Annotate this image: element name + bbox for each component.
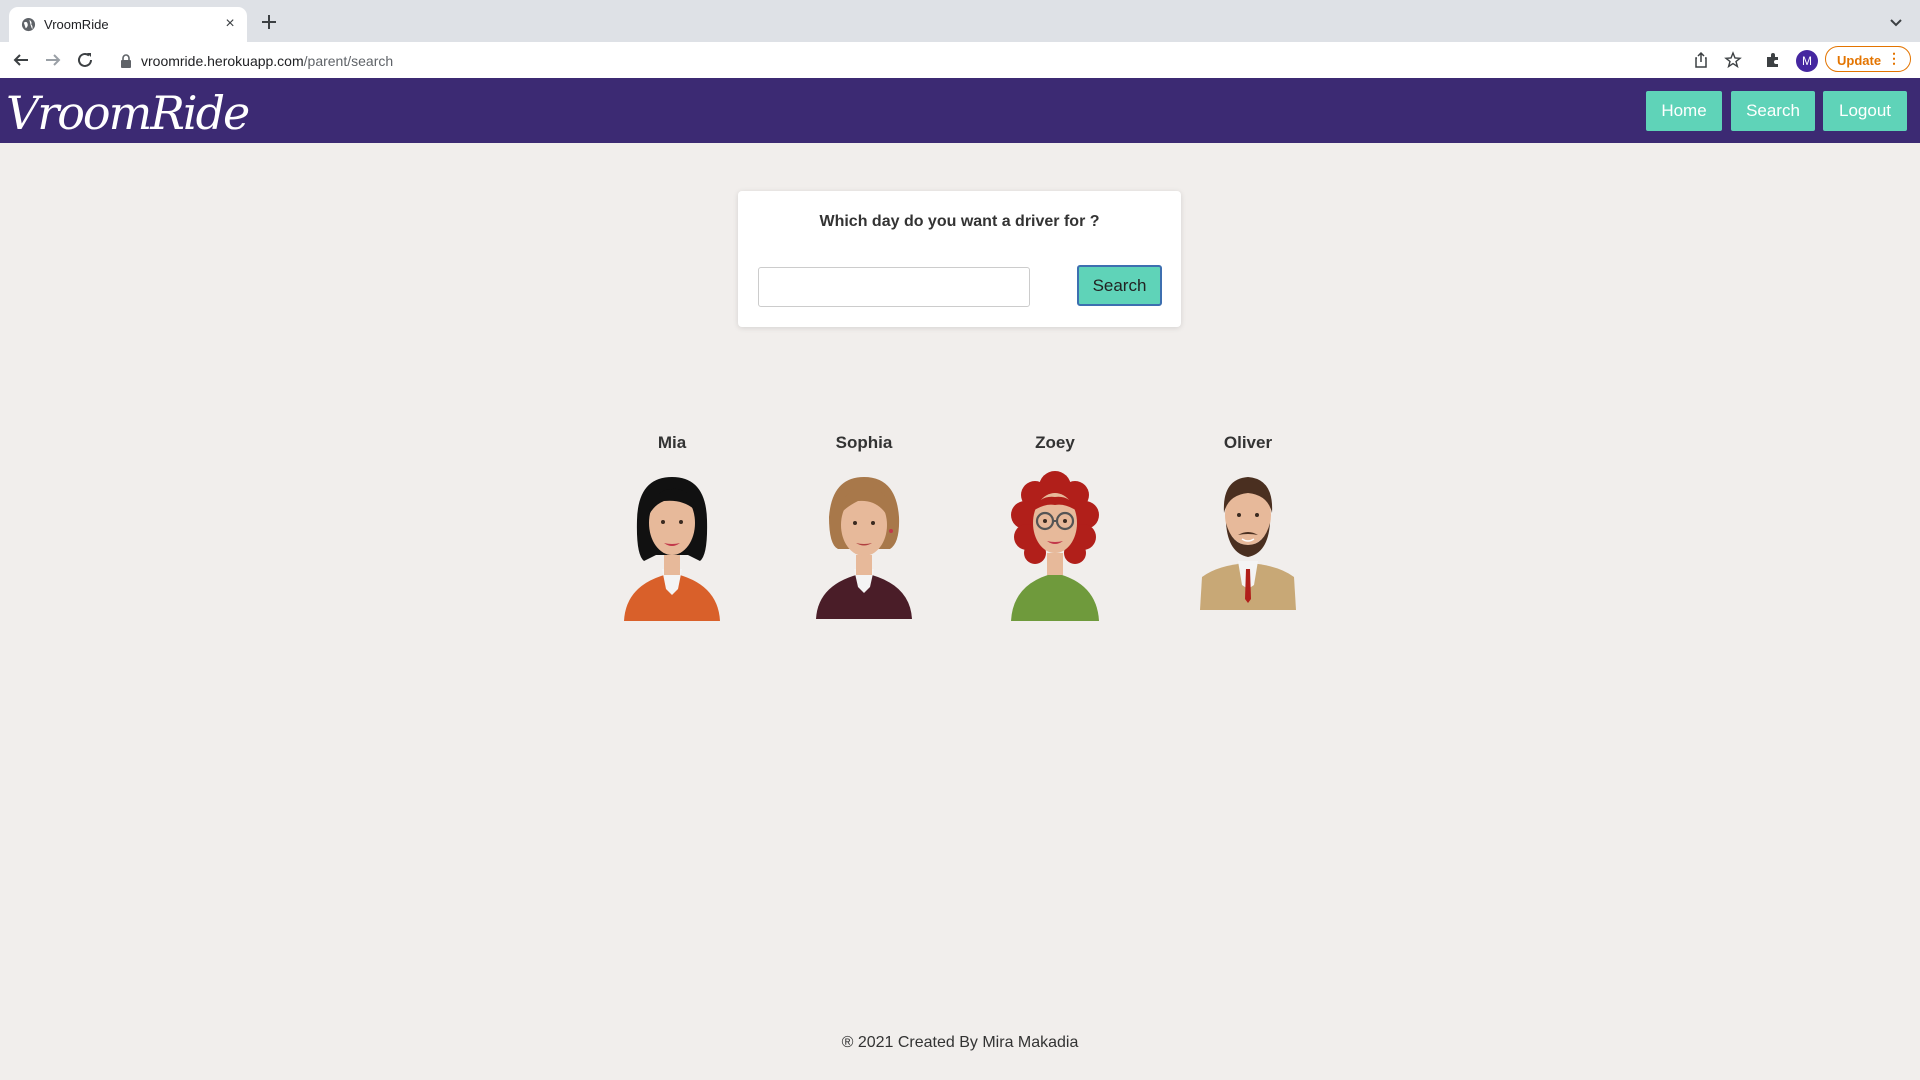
chevron-down-icon[interactable]: [1888, 14, 1904, 30]
driver-card[interactable]: Sophia: [784, 433, 944, 621]
url-text: vroomride.herokuapp.com/parent/search: [141, 53, 393, 69]
more-menu-icon: ⋮: [1887, 50, 1901, 66]
driver-name: Sophia: [835, 433, 893, 452]
new-tab-icon[interactable]: [260, 13, 278, 31]
update-button[interactable]: Update ⋮: [1825, 46, 1911, 72]
browser-tab-strip: VroomRide ×: [0, 0, 1920, 42]
search-card-title: Which day do you want a driver for ?: [819, 213, 1100, 230]
day-search-input[interactable]: [758, 267, 1030, 307]
close-tab-icon[interactable]: ×: [222, 16, 238, 32]
globe-icon: [21, 17, 36, 32]
share-icon[interactable]: [1692, 51, 1710, 69]
driver-name: Oliver: [1223, 433, 1273, 452]
update-label: Update: [1837, 53, 1882, 68]
tab-title: VroomRide: [44, 17, 109, 32]
driver-name: Zoey: [1035, 433, 1075, 452]
driver-avatar-oliver[interactable]: [1198, 465, 1298, 610]
browser-tab[interactable]: VroomRide ×: [9, 7, 247, 42]
nav-home-button[interactable]: Home: [1646, 91, 1722, 131]
bookmark-star-icon[interactable]: [1724, 51, 1742, 69]
extensions-icon[interactable]: [1764, 51, 1782, 69]
address-bar[interactable]: vroomride.herokuapp.com/parent/search: [108, 47, 1428, 75]
back-arrow-icon[interactable]: [12, 51, 30, 69]
driver-avatar-sophia[interactable]: [814, 465, 914, 621]
driver-card[interactable]: Oliver: [1168, 433, 1328, 610]
nav-search-button[interactable]: Search: [1731, 91, 1815, 131]
driver-avatar-zoey[interactable]: [1005, 465, 1105, 621]
driver-card[interactable]: Mia: [592, 433, 752, 621]
browser-toolbar: vroomride.herokuapp.com/parent/search M …: [0, 42, 1920, 78]
forward-arrow-icon[interactable]: [44, 51, 62, 69]
logo[interactable]: VroomRide: [6, 86, 250, 140]
reload-icon[interactable]: [76, 51, 94, 69]
driver-avatar-mia[interactable]: [622, 465, 722, 621]
profile-avatar[interactable]: M: [1796, 50, 1818, 72]
lock-icon: [121, 54, 131, 68]
nav-logout-button[interactable]: Logout: [1823, 91, 1907, 131]
search-card: Which day do you want a driver for ? Sea…: [738, 191, 1181, 327]
footer-copyright: ® 2021 Created By Mira Makadia: [841, 1034, 1079, 1051]
search-submit-button[interactable]: Search: [1077, 265, 1162, 306]
url-host: vroomride.herokuapp.com: [141, 53, 304, 69]
app-navbar: VroomRide Home Search Logout: [0, 78, 1920, 143]
driver-card[interactable]: Zoey: [975, 433, 1135, 621]
driver-name: Mia: [657, 433, 687, 452]
url-path: /parent/search: [303, 53, 394, 69]
